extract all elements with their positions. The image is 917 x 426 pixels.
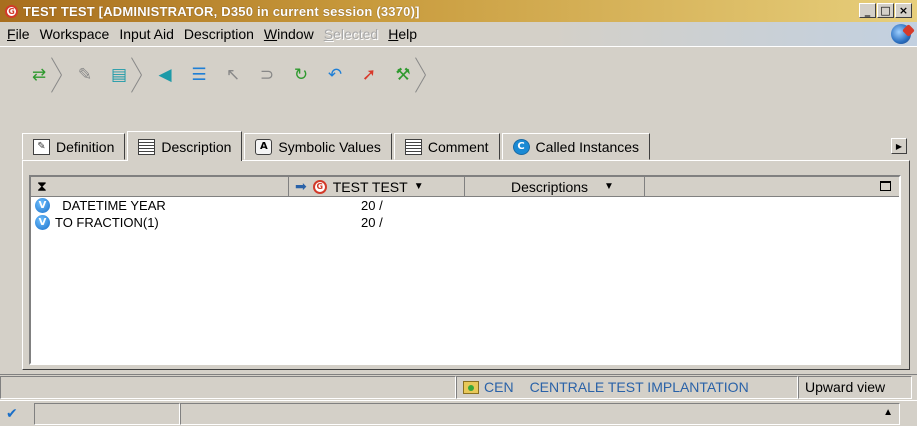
description-grid: ⧗ ➡ G TEST TEST ▼ Descriptions ▼ V DATET… xyxy=(29,175,901,365)
comment-icon xyxy=(404,138,422,155)
toolbar-separator xyxy=(136,55,148,95)
bottom-cell xyxy=(34,402,180,425)
menu-file[interactable]: File xyxy=(4,26,37,42)
row-value: 20 / xyxy=(361,215,383,230)
row-name: TO FRACTION(1) xyxy=(55,215,159,230)
grid-header: ⧗ ➡ G TEST TEST ▼ Descriptions ▼ xyxy=(31,176,899,197)
menu-window[interactable]: Window xyxy=(261,26,321,42)
descriptions-column-header[interactable]: Descriptions ▼ xyxy=(465,176,645,197)
tab-definition[interactable]: ✎ Definition xyxy=(22,133,126,160)
maximize-grid-icon[interactable] xyxy=(880,181,891,191)
tab-symbolic-values[interactable]: A Symbolic Values xyxy=(244,133,392,160)
window-controls: _ □ × xyxy=(859,3,912,18)
menu-description[interactable]: Description xyxy=(181,26,261,42)
tab-strip: ✎ Definition Description A Symbolic Valu… xyxy=(22,130,652,161)
tab-comment[interactable]: Comment xyxy=(393,133,500,160)
arrow-right-icon: ➡ xyxy=(295,178,307,194)
tab-label: Description xyxy=(161,138,232,155)
pointer-icon[interactable]: ➚ xyxy=(352,58,386,92)
description-icon xyxy=(138,138,156,155)
view-status: Upward view xyxy=(798,375,912,399)
tab-description[interactable]: Description xyxy=(127,131,243,161)
table-row[interactable]: V DATETIME YEAR 20 / xyxy=(31,197,899,214)
sync-icon[interactable]: ↻ xyxy=(284,58,318,92)
arrow-left-icon[interactable]: ◀ xyxy=(148,58,182,92)
title-bar: G TEST TEST [ADMINISTRATOR, D350 in curr… xyxy=(0,0,917,22)
menu-input-aid[interactable]: Input Aid xyxy=(116,26,181,42)
variable-icon: V xyxy=(35,215,50,230)
toolbar-separator xyxy=(56,55,68,95)
app-icon: G xyxy=(5,4,18,18)
dropdown-icon[interactable]: ▼ xyxy=(604,181,614,192)
tab-label: Symbolic Values xyxy=(278,138,381,155)
document-icon[interactable]: ▤ xyxy=(102,58,136,92)
instance-column-header[interactable]: ➡ G TEST TEST ▼ xyxy=(289,176,465,197)
check-icon[interactable]: ✔ xyxy=(0,406,34,422)
status-empty xyxy=(0,375,456,399)
close-button[interactable]: × xyxy=(895,3,912,18)
menu-help[interactable]: Help xyxy=(385,26,424,42)
cursor-icon[interactable]: ↖ xyxy=(216,58,250,92)
tab-label: Definition xyxy=(56,138,115,155)
row-name: DATETIME YEAR xyxy=(55,198,166,213)
row-value: 20 / xyxy=(361,198,383,213)
tools-icon[interactable]: ⚒ xyxy=(386,58,420,92)
instance-icon: G xyxy=(312,179,327,194)
dropdown-icon[interactable]: ▼ xyxy=(414,181,424,192)
minimize-button[interactable]: _ xyxy=(859,3,876,18)
env-code: CEN xyxy=(484,379,514,395)
connect-icon[interactable]: ⊃ xyxy=(250,58,284,92)
tab-label: Comment xyxy=(427,138,489,155)
variable-icon: V xyxy=(35,198,50,213)
toolbar: ⇄ ✎ ▤ ◀ ☰ ↖ ⊃ ↻ ↶ ➚ ⚒ xyxy=(0,46,917,120)
hourglass-icon: ⧗ xyxy=(37,178,47,194)
definition-icon: ✎ xyxy=(33,138,50,155)
environment-status: CEN CENTRALE TEST IMPLANTATION xyxy=(456,375,798,399)
description-panel: ⧗ ➡ G TEST TEST ▼ Descriptions ▼ V DATET… xyxy=(22,160,910,370)
status-bar: CEN CENTRALE TEST IMPLANTATION Upward vi… xyxy=(0,374,917,399)
folder-icon xyxy=(463,380,479,394)
refresh-tree-icon[interactable]: ⇄ xyxy=(22,58,56,92)
table-row[interactable]: V TO FRACTION(1) 20 / xyxy=(31,214,899,231)
edit-icon[interactable]: ✎ xyxy=(68,58,102,92)
list-arrow-icon[interactable]: ☰ xyxy=(182,58,216,92)
descriptions-label: Descriptions xyxy=(511,178,589,195)
bottom-cell: ▲ xyxy=(180,402,900,425)
undo-icon[interactable]: ↶ xyxy=(318,58,352,92)
menu-bar: File Workspace Input Aid Description Win… xyxy=(0,22,917,46)
menu-selected: Selected xyxy=(323,26,379,42)
env-name: CENTRALE TEST IMPLANTATION xyxy=(529,379,749,395)
toolbar-separator xyxy=(420,55,432,95)
globe-icon xyxy=(891,24,911,44)
instance-label: TEST TEST xyxy=(332,178,408,195)
called-instances-icon: C xyxy=(512,138,530,155)
tab-scroll-right-icon[interactable]: ▶ xyxy=(891,138,907,154)
window-title: TEST TEST [ADMINISTRATOR, D350 in curren… xyxy=(23,3,420,19)
tab-label: Called Instances xyxy=(535,138,640,155)
scroll-up-icon[interactable]: ▲ xyxy=(883,407,893,418)
collapse-column[interactable]: ⧗ xyxy=(31,176,289,197)
menu-workspace[interactable]: Workspace xyxy=(37,26,117,42)
maximize-button[interactable]: □ xyxy=(877,3,894,18)
symbolic-values-icon: A xyxy=(255,138,273,155)
tab-called-instances[interactable]: C Called Instances xyxy=(501,133,651,160)
bottom-bar: ✔ ▲ xyxy=(0,400,917,426)
